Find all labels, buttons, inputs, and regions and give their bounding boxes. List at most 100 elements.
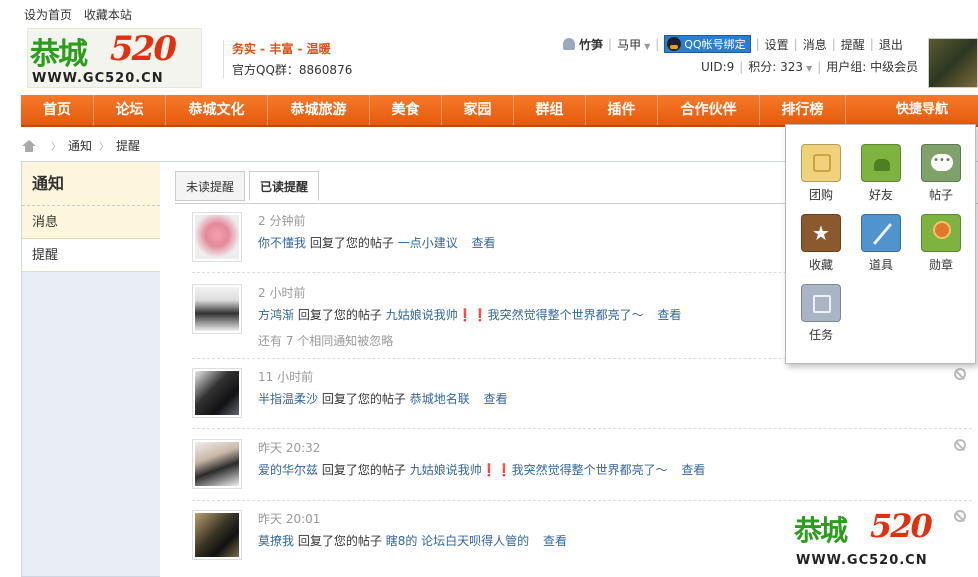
delete-icon[interactable] (954, 368, 966, 380)
uid-text: UID:9 (701, 59, 735, 74)
username-link[interactable]: 竹笋 (579, 36, 603, 53)
nav-item-home[interactable]: 首页 (21, 95, 94, 125)
nav-item-travel[interactable]: 恭城旅游 (268, 95, 370, 125)
notice-action: 回复了您的帖子 (297, 534, 382, 548)
notice-user-link[interactable]: 方鸿渐 (258, 308, 294, 322)
notice-thread-link[interactable]: 九姑娘说我帅❗❗我突然觉得整个世界都亮了～ (386, 308, 644, 322)
chevron-right-icon: 〉 (99, 142, 110, 153)
notice-thread-link[interactable]: 一点小建议 (398, 236, 458, 250)
notice-avatar[interactable] (192, 368, 242, 418)
notices-link[interactable]: 提醒 (841, 36, 865, 53)
divider (192, 500, 972, 501)
sidebar: 通知 消息 提醒 (22, 162, 160, 272)
friends-icon (861, 144, 901, 182)
quick-nav-medals[interactable]: 勋章 (911, 214, 971, 273)
nav-item-food[interactable]: 美食 (370, 95, 442, 125)
sidebar-title: 通知 (22, 162, 160, 206)
messages-link[interactable]: 消息 (803, 36, 827, 53)
user-group-link[interactable]: 用户组: 中级会员 (826, 58, 918, 75)
notice-view-link[interactable]: 查看 (681, 463, 705, 477)
notice-action: 回复了您的帖子 (309, 236, 394, 250)
credits-menu[interactable]: 积分: 323 ▼ (748, 58, 812, 75)
favorite-star-icon: ★ (801, 214, 841, 252)
notice-message: 爱的华尔兹 回复了您的帖子 九姑娘说我帅❗❗我突然觉得整个世界都亮了～ 查看 (258, 461, 705, 478)
main-nav: 首页 论坛 恭城文化 恭城旅游 美食 家园 群组 插件 合作伙伴 排行榜 快捷导… (21, 95, 978, 127)
quick-nav-friends[interactable]: 好友 (851, 144, 911, 203)
tab-unread[interactable]: 未读提醒 (175, 171, 246, 201)
site-logo[interactable]: 恭城 520 WWW.GC520.CN (27, 28, 202, 88)
chevron-right-icon: 〉 (51, 142, 61, 153)
notice-message: 半指温柔沙 回复了您的帖子 恭城地名联 查看 (258, 390, 508, 407)
notice-thread-link[interactable]: 恭城地名联 (410, 392, 470, 406)
nav-item-ranking[interactable]: 排行榜 (760, 95, 846, 125)
nav-item-home-space[interactable]: 家园 (442, 95, 514, 125)
settings-link[interactable]: 设置 (765, 36, 789, 53)
notice-action: 回复了您的帖子 (321, 463, 406, 477)
notice-time: 昨天 20:32 (258, 441, 321, 455)
sidebar-item-reminders[interactable]: 提醒 (22, 239, 160, 272)
notice-user-link[interactable]: 半指温柔沙 (258, 392, 318, 406)
notice-avatar[interactable] (192, 284, 242, 334)
notice-time: 11 小时前 (258, 370, 314, 384)
task-icon (801, 284, 841, 322)
magic-wand-icon (861, 214, 901, 252)
quick-nav-items[interactable]: 道具 (851, 214, 911, 273)
top-links: 设为首页 收藏本站 (24, 6, 140, 23)
notice-view-link[interactable]: 查看 (472, 236, 496, 250)
notice-user-link[interactable]: 爱的华尔兹 (258, 463, 318, 477)
delete-icon[interactable] (954, 510, 966, 522)
notice-avatar[interactable] (192, 510, 242, 560)
quick-nav-favorites[interactable]: ★ 收藏 (791, 214, 851, 273)
quick-nav-posts[interactable]: ••• 帖子 (911, 144, 971, 203)
delete-icon[interactable] (954, 439, 966, 451)
group-buy-icon (801, 144, 841, 182)
qq-penguin-icon (667, 37, 682, 51)
qq-group-text: 官方QQ群：8860876 (232, 63, 353, 77)
quick-nav-group-buy[interactable]: 团购 (791, 144, 851, 203)
quick-nav-popup: 团购 好友 ••• 帖子 ★ 收藏 道具 勋章 任务 (785, 124, 976, 364)
nav-item-forum[interactable]: 论坛 (94, 95, 166, 125)
set-homepage-link[interactable]: 设为首页 (24, 8, 72, 22)
tab-read[interactable]: 已读提醒 (249, 171, 320, 201)
medal-icon (921, 214, 961, 252)
sidebar-item-messages[interactable]: 消息 (22, 206, 160, 239)
notice-time: 2 小时前 (258, 286, 306, 300)
notice-avatar[interactable] (192, 439, 242, 489)
nav-item-partners[interactable]: 合作伙伴 (658, 95, 760, 125)
logo-url: WWW.GC520.CN (32, 71, 164, 86)
notice-user-link[interactable]: 莫撩我 (258, 534, 294, 548)
breadcrumb-notice[interactable]: 通知 (68, 137, 92, 154)
subuser-switch[interactable]: 马甲 ▼ (617, 36, 650, 53)
tab-bar: 未读提醒 已读提醒 (175, 171, 323, 201)
logo-number: 520 (110, 29, 177, 69)
notice-message: 方鸿渐 回复了您的帖子 九姑娘说我帅❗❗我突然觉得整个世界都亮了～ 查看 (258, 306, 681, 323)
user-icon (563, 38, 575, 50)
notice-user-link[interactable]: 你不懂我 (258, 236, 306, 250)
breadcrumb-remind[interactable]: 提醒 (116, 137, 140, 154)
notice-avatar[interactable] (192, 212, 242, 262)
notice-view-link[interactable]: 查看 (484, 392, 508, 406)
logo-name: 恭城 (30, 37, 88, 72)
notice-thread-link[interactable]: 九姑娘说我帅❗❗我突然觉得整个世界都亮了～ (410, 463, 668, 477)
bookmark-site-link[interactable]: 收藏本站 (84, 8, 132, 22)
nav-item-plugins[interactable]: 插件 (586, 95, 658, 125)
breadcrumb: 〉 通知 〉 提醒 (22, 137, 140, 154)
notice-action: 回复了您的帖子 (297, 308, 382, 322)
logout-link[interactable]: 退出 (879, 36, 903, 53)
qq-bind-button[interactable]: QQ帐号绑定 (664, 35, 751, 53)
posts-icon: ••• (921, 144, 961, 182)
notice-thread-link[interactable]: 瞎8的 论坛白天呗得人管的 (386, 534, 529, 548)
notice-time: 昨天 20:01 (258, 512, 321, 526)
quick-nav-tasks[interactable]: 任务 (791, 284, 851, 343)
nav-item-culture[interactable]: 恭城文化 (166, 95, 268, 125)
notice-time: 2 分钟前 (258, 214, 306, 228)
watermark-logo: 恭城 520 WWW.GC520.CN (794, 507, 933, 568)
home-icon[interactable] (22, 139, 36, 152)
notice-message: 你不懂我 回复了您的帖子 一点小建议 查看 (258, 234, 496, 251)
quick-nav-button[interactable]: 快捷导航 (896, 95, 978, 125)
notice-view-link[interactable]: 查看 (543, 534, 567, 548)
avatar[interactable] (928, 38, 978, 88)
notice-view-link[interactable]: 查看 (657, 308, 681, 322)
nav-item-groups[interactable]: 群组 (514, 95, 586, 125)
divider (192, 428, 972, 429)
